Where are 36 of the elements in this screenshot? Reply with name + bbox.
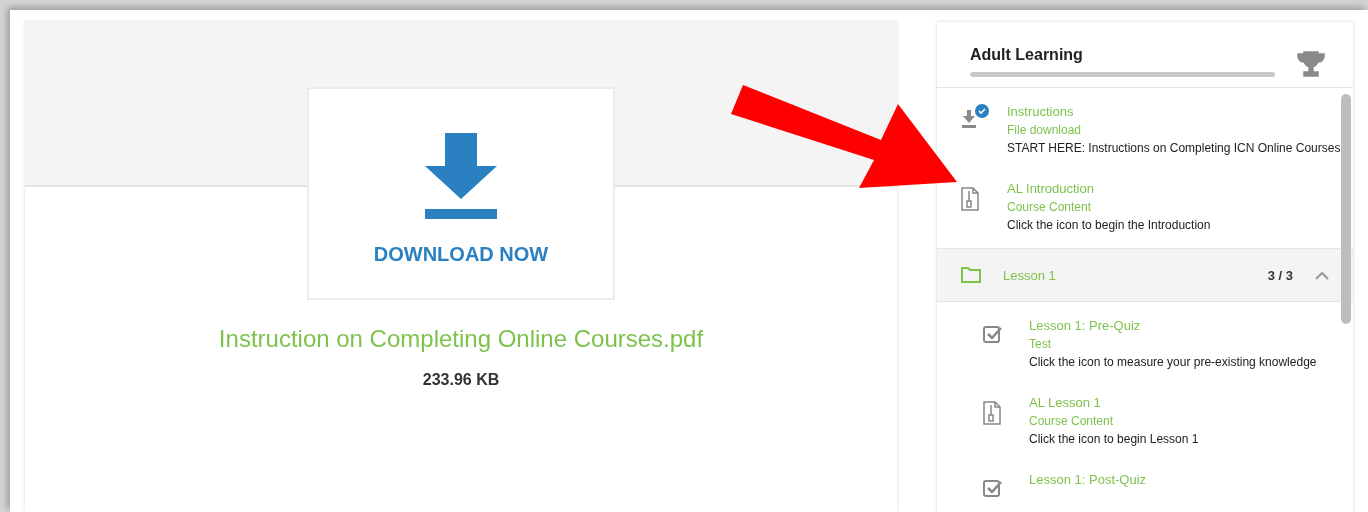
item-description: Click the icon to begin the Introduction	[1007, 218, 1211, 232]
zip-file-icon	[961, 187, 979, 211]
item-type: File download	[1007, 123, 1083, 137]
lesson-section-header[interactable]: Lesson 1 3 / 3	[937, 248, 1353, 302]
check-badge-icon	[975, 104, 989, 118]
download-button[interactable]: DOWNLOAD NOW	[307, 87, 615, 300]
download-icon	[961, 110, 977, 128]
course-item[interactable]: Lesson 1: Post-Quiz	[937, 456, 1353, 512]
course-item[interactable]: Lesson 1: Pre-Quiz Test Click the icon to measure your pre-existing knowledge	[937, 302, 1353, 379]
zip-file-icon	[983, 401, 1001, 425]
section-title: Lesson 1	[1003, 267, 1057, 283]
item-type: Course Content	[1029, 414, 1115, 428]
checkbox-icon	[983, 324, 1003, 344]
item-title-link[interactable]: Lesson 1: Pre-Quiz	[1029, 318, 1317, 333]
item-type: Test	[1029, 337, 1052, 351]
completed-course-item[interactable]: Instructions File download START HERE: Instructions on Completing ICN Online Courses	[937, 88, 1353, 165]
section-count: 3 / 3	[1267, 267, 1293, 283]
checkbox-icon	[983, 478, 1003, 498]
item-title-link[interactable]: AL Introduction	[1007, 181, 1211, 196]
chevron-up-icon	[1315, 270, 1329, 280]
item-description: START HERE: Instructions on Completing ICN Online Courses	[1007, 141, 1341, 155]
item-description: Click the icon to begin Lesson 1	[1029, 432, 1199, 446]
course-title: Adult Learning	[970, 46, 1084, 64]
item-title-link[interactable]: Lesson 1: Post-Quiz	[1029, 472, 1147, 487]
item-type: Course Content	[1007, 200, 1093, 214]
folder-icon	[961, 267, 981, 283]
course-item[interactable]: AL Introduction Course Content Click the icon to begin the Introduction	[937, 165, 1353, 242]
file-size: 233.96 KB	[422, 371, 500, 389]
file-name: Instruction on Completing Online Courses.pdf	[218, 325, 704, 353]
item-title-link[interactable]: AL Lesson 1	[1029, 395, 1199, 410]
scrollbar[interactable]	[1341, 94, 1351, 324]
trophy-icon	[1297, 51, 1325, 77]
item-title-link[interactable]: Instructions	[1007, 104, 1341, 119]
download-icon	[425, 133, 497, 221]
course-item[interactable]: AL Lesson 1 Course Content Click the icon to begin Lesson 1	[937, 379, 1353, 456]
item-description: Click the icon to measure your pre-existing knowledge	[1029, 355, 1317, 369]
